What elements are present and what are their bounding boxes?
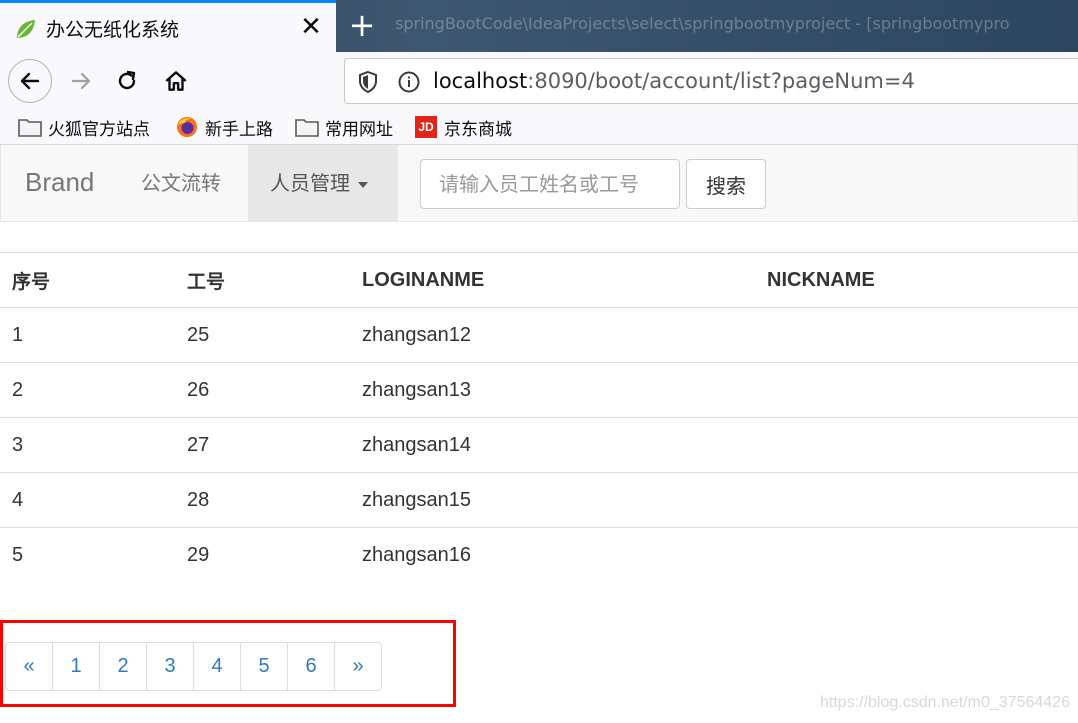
cell-index: 4 bbox=[0, 472, 175, 528]
forward-button[interactable] bbox=[62, 62, 100, 100]
arrow-left-icon bbox=[20, 72, 40, 90]
new-tab-icon[interactable]: + bbox=[346, 9, 378, 42]
table-row: 4 28 zhangsan15 bbox=[0, 472, 1078, 528]
account-table: 序号 工号 LOGINANME NICKNAME 1 25 zhangsan12… bbox=[0, 252, 1078, 583]
cell-employee-id: 27 bbox=[175, 417, 350, 473]
reload-button[interactable] bbox=[108, 62, 146, 100]
cell-index: 1 bbox=[0, 307, 175, 363]
folder-icon bbox=[18, 116, 42, 138]
page-link-6[interactable]: 6 bbox=[287, 642, 335, 691]
browser-tab-strip: 办公无纸化系统 ✕ + springBootCode\IdeaProjects\… bbox=[0, 0, 1078, 52]
table-row: 2 26 zhangsan13 bbox=[0, 362, 1078, 418]
bookmark-getting-started[interactable]: 新手上路 bbox=[175, 114, 273, 140]
bookmark-label: 火狐官方站点 bbox=[48, 119, 150, 140]
bookmark-label: 新手上路 bbox=[205, 119, 273, 140]
bookmark-label: 常用网址 bbox=[325, 119, 393, 140]
header-loginname: LOGINANME bbox=[350, 252, 755, 308]
bookmark-jd-mall[interactable]: JD 京东商城 bbox=[414, 114, 512, 140]
header-index: 序号 bbox=[0, 252, 175, 308]
nav-personnel-label: 人员管理 bbox=[270, 171, 350, 195]
url-bar[interactable]: localhost:8090/boot/account/list?pageNum… bbox=[344, 58, 1078, 104]
table-row: 1 25 zhangsan12 bbox=[0, 307, 1078, 363]
cell-nickname bbox=[755, 362, 1078, 418]
arrow-right-icon bbox=[71, 72, 91, 90]
cell-employee-id: 25 bbox=[175, 307, 350, 363]
browser-tab[interactable]: 办公无纸化系统 ✕ bbox=[0, 0, 336, 52]
folder-icon bbox=[295, 116, 319, 138]
navbar-brand[interactable]: Brand bbox=[25, 167, 94, 198]
table-header-row: 序号 工号 LOGINANME NICKNAME bbox=[0, 252, 1078, 308]
url-host: localhost bbox=[433, 69, 528, 93]
page-next-link[interactable]: » bbox=[334, 642, 382, 691]
firefox-icon bbox=[175, 116, 199, 138]
cell-nickname bbox=[755, 417, 1078, 473]
cell-loginname: zhangsan12 bbox=[350, 307, 755, 363]
header-employee-id: 工号 bbox=[175, 252, 350, 308]
home-icon bbox=[165, 71, 187, 91]
watermark-text: https://blog.csdn.net/m0_37564426 bbox=[820, 694, 1070, 711]
page-link-4[interactable]: 4 bbox=[193, 642, 241, 691]
url-path: :8090/boot/account/list?pageNum=4 bbox=[527, 69, 915, 93]
page-link-3[interactable]: 3 bbox=[146, 642, 194, 691]
page-link-2[interactable]: 2 bbox=[99, 642, 147, 691]
cell-nickname bbox=[755, 527, 1078, 583]
search-input[interactable] bbox=[420, 159, 680, 209]
app-navbar: Brand 公文流转 人员管理 搜索 bbox=[0, 145, 1078, 222]
info-icon[interactable] bbox=[397, 70, 421, 94]
page-link-5[interactable]: 5 bbox=[240, 642, 288, 691]
shield-icon[interactable] bbox=[357, 70, 379, 94]
cell-index: 3 bbox=[0, 417, 175, 473]
cell-loginname: zhangsan15 bbox=[350, 472, 755, 528]
pagination-highlight-box: « 1 2 3 4 5 6 » bbox=[0, 620, 456, 707]
cell-loginname: zhangsan16 bbox=[350, 527, 755, 583]
tab-title: 办公无纸化系统 bbox=[46, 19, 180, 41]
cell-loginname: zhangsan14 bbox=[350, 417, 755, 473]
cell-employee-id: 26 bbox=[175, 362, 350, 418]
spring-leaf-icon bbox=[17, 20, 35, 38]
cell-index: 5 bbox=[0, 527, 175, 583]
cell-employee-id: 28 bbox=[175, 472, 350, 528]
search-button[interactable]: 搜索 bbox=[686, 159, 766, 209]
page-prev-link[interactable]: « bbox=[5, 642, 53, 691]
pagination: « 1 2 3 4 5 6 » bbox=[5, 642, 382, 691]
cell-nickname bbox=[755, 307, 1078, 363]
page-link-1[interactable]: 1 bbox=[52, 642, 100, 691]
table-row: 5 29 zhangsan16 bbox=[0, 527, 1078, 583]
cell-index: 2 bbox=[0, 362, 175, 418]
bookmark-common-sites[interactable]: 常用网址 bbox=[295, 114, 393, 140]
url-text[interactable]: localhost:8090/boot/account/list?pageNum… bbox=[433, 69, 915, 93]
browser-toolbar: localhost:8090/boot/account/list?pageNum… bbox=[0, 52, 1078, 110]
jd-logo-icon: JD bbox=[414, 116, 438, 138]
cell-loginname: zhangsan13 bbox=[350, 362, 755, 418]
nav-personnel-dropdown[interactable]: 人员管理 bbox=[248, 145, 398, 221]
cell-nickname bbox=[755, 472, 1078, 528]
reload-icon bbox=[118, 70, 136, 90]
close-tab-icon[interactable]: ✕ bbox=[298, 14, 324, 40]
background-window-text: springBootCode\IdeaProjects\select\sprin… bbox=[395, 14, 1010, 33]
bookmark-firefox-site[interactable]: 火狐官方站点 bbox=[18, 114, 150, 140]
table-row: 3 27 zhangsan14 bbox=[0, 417, 1078, 473]
nav-document-flow[interactable]: 公文流转 bbox=[141, 145, 221, 221]
header-nickname: NICKNAME bbox=[755, 252, 1078, 308]
home-button[interactable] bbox=[157, 62, 195, 100]
back-button[interactable] bbox=[8, 59, 52, 103]
caret-down-icon bbox=[358, 181, 368, 188]
cell-employee-id: 29 bbox=[175, 527, 350, 583]
bookmarks-toolbar: 火狐官方站点 新手上路 常用网址 JD 京东商城 bbox=[0, 110, 1078, 145]
bookmark-label: 京东商城 bbox=[444, 119, 512, 140]
